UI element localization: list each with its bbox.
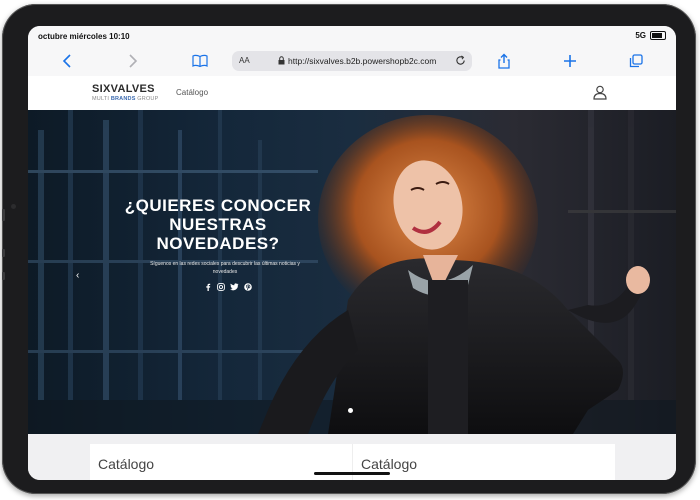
logo-sub-prefix: MULTI xyxy=(92,96,110,102)
new-tab-plus-icon[interactable] xyxy=(562,53,578,69)
status-bar: octubre miércoles 10:10 5G xyxy=(28,26,676,46)
nav-catalog-link[interactable]: Catálogo xyxy=(176,88,208,97)
back-arrow-icon[interactable] xyxy=(60,53,76,69)
browser-toolbar: AA http://sixvalves.b2b.powershopb2c.com xyxy=(28,46,676,77)
catalog-card-title: Catálogo xyxy=(98,456,155,472)
tabs-overview-icon[interactable] xyxy=(628,53,644,69)
side-button xyxy=(2,272,5,280)
hero-banner: ¿QUIERES CONOCER NUESTRAS NOVEDADES? Síg… xyxy=(28,110,676,434)
status-indicators: 5G xyxy=(635,31,666,40)
logo-sub-brand: BRANDS xyxy=(110,96,136,102)
hero-photo xyxy=(28,110,676,434)
forward-arrow-icon[interactable] xyxy=(124,53,140,69)
camera-dot xyxy=(11,204,16,209)
hero-title: ¿QUIERES CONOCER NUESTRAS NOVEDADES? xyxy=(118,196,318,253)
tablet-frame: octubre miércoles 10:10 5G AA http://six… xyxy=(2,4,696,494)
facebook-icon[interactable] xyxy=(204,283,212,291)
site-header: SIXVALVES MULTI BRANDS GROUP Catálogo xyxy=(28,76,676,111)
hero-subtitle: Síguenos en las redes sociales para desc… xyxy=(150,261,300,275)
instagram-icon[interactable] xyxy=(217,283,225,291)
slider-dot[interactable] xyxy=(348,408,353,413)
bookmarks-icon[interactable] xyxy=(192,53,208,69)
social-icons xyxy=(204,283,252,291)
brand-logo[interactable]: SIXVALVES MULTI BRANDS GROUP xyxy=(92,83,158,103)
address-bar[interactable]: AA http://sixvalves.b2b.powershopb2c.com xyxy=(232,51,472,71)
side-button xyxy=(2,249,5,257)
logo-main-text: SIXVALVES xyxy=(92,83,155,95)
side-button xyxy=(2,209,5,221)
home-indicator[interactable] xyxy=(314,472,390,475)
catalog-card[interactable]: Catálogo xyxy=(90,444,352,480)
battery-icon xyxy=(650,31,666,40)
share-icon[interactable] xyxy=(496,53,512,69)
screen: octubre miércoles 10:10 5G AA http://six… xyxy=(28,26,676,480)
catalog-card-title: Catálogo xyxy=(361,456,418,472)
catalog-card[interactable]: Catálogo xyxy=(352,444,615,480)
pinterest-icon[interactable] xyxy=(244,283,252,291)
logo-sub-suffix: GROUP xyxy=(137,96,159,102)
twitter-icon[interactable] xyxy=(230,283,239,291)
hero-title-line: ¿QUIERES CONOCER xyxy=(124,196,312,215)
lock-icon xyxy=(278,56,285,65)
text-size-button[interactable]: AA xyxy=(239,56,250,65)
reload-icon[interactable] xyxy=(455,55,466,66)
hero-title-line: NUESTRAS xyxy=(169,215,267,234)
network-label: 5G xyxy=(635,31,646,40)
user-account-icon[interactable] xyxy=(592,84,608,100)
logo-sub-text: MULTI BRANDS GROUP xyxy=(92,96,158,102)
slider-prev-arrow[interactable]: ‹ xyxy=(76,270,79,281)
hero-title-line: NOVEDADES? xyxy=(156,234,280,253)
url-text: http://sixvalves.b2b.powershopb2c.com xyxy=(288,56,437,66)
status-time: octubre miércoles 10:10 xyxy=(38,32,130,41)
